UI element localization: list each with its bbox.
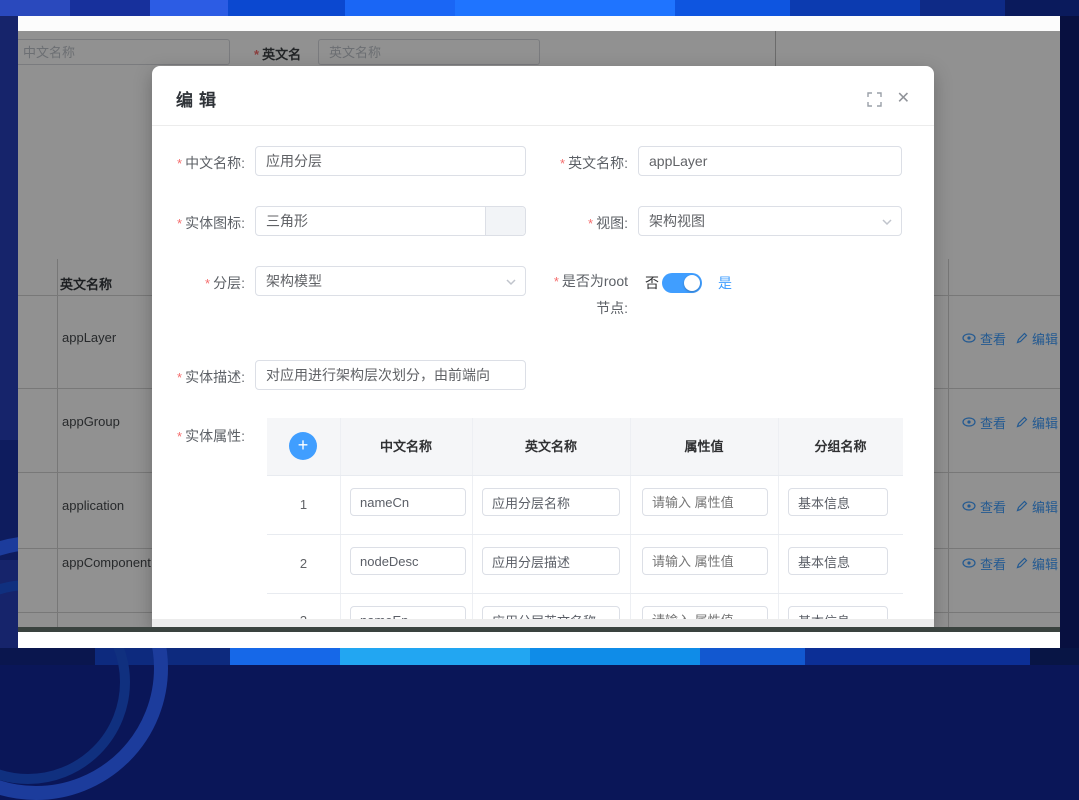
entity-desc-input[interactable] xyxy=(255,360,526,390)
entity-icon-label: *实体图标: xyxy=(152,213,245,233)
attr-cn-input[interactable] xyxy=(350,547,466,575)
entity-attrs-label: *实体属性: xyxy=(152,426,245,446)
table-column-line xyxy=(340,418,341,627)
add-attribute-button[interactable]: + xyxy=(289,432,317,460)
edit-dialog: 编辑 ✕ *中文名称: *英文名称: *实体图标: 三角形 *视图: 架构视图 … xyxy=(152,66,934,627)
entity-desc-label: *实体描述: xyxy=(152,367,245,387)
app-screen: *英文名 英文名称 appLayer appGroup application … xyxy=(18,16,1060,648)
en-name-input[interactable] xyxy=(638,146,902,176)
layer-select[interactable]: 架构模型 xyxy=(255,266,526,296)
table-scrollbar-track[interactable] xyxy=(152,619,934,627)
frame-top-bar xyxy=(0,0,1079,16)
table-row-line xyxy=(267,593,903,594)
frame-right-band xyxy=(1060,16,1079,648)
attr-group-input[interactable] xyxy=(788,488,888,516)
column-header-group: 分组名称 xyxy=(778,418,903,475)
required-mark: * xyxy=(205,276,210,291)
fullscreen-icon[interactable] xyxy=(867,92,882,107)
attr-value-input[interactable] xyxy=(642,547,768,575)
required-mark: * xyxy=(554,274,559,289)
attr-value-input[interactable] xyxy=(642,488,768,516)
required-mark: * xyxy=(560,156,565,171)
layer-label: *分层: xyxy=(152,273,245,293)
table-column-line xyxy=(778,418,779,627)
view-select[interactable]: 架构视图 xyxy=(638,206,902,236)
cn-name-label: *中文名称: xyxy=(152,153,245,173)
table-row-line xyxy=(267,534,903,535)
required-mark: * xyxy=(177,216,182,231)
table-column-line xyxy=(630,418,631,627)
attr-group-input[interactable] xyxy=(788,547,888,575)
attr-en-input[interactable] xyxy=(482,488,620,516)
column-header-cn: 中文名称 xyxy=(340,418,472,475)
attribute-table: + 中文名称 英文名称 属性值 分组名称 1 2 3 xyxy=(267,418,903,627)
close-icon[interactable]: ✕ xyxy=(897,88,910,108)
toggle-knob xyxy=(684,275,700,291)
root-toggle-off-text: 否 xyxy=(645,273,659,293)
dialog-title: 编辑 xyxy=(176,86,222,111)
icon-preview-addon[interactable] xyxy=(485,207,525,235)
cn-name-input[interactable] xyxy=(255,146,526,176)
table-column-line xyxy=(472,418,473,627)
attr-row-index: 2 xyxy=(267,556,340,571)
root-toggle-on-text: 是 xyxy=(718,273,732,293)
entity-icon-input[interactable]: 三角形 xyxy=(255,206,526,236)
chevron-down-icon xyxy=(505,276,517,288)
required-mark: * xyxy=(588,216,593,231)
attr-cn-input[interactable] xyxy=(350,488,466,516)
required-mark: * xyxy=(177,156,182,171)
column-header-value: 属性值 xyxy=(630,418,778,475)
table-row-line xyxy=(267,475,903,476)
is-root-label: *是否为root节点: xyxy=(548,268,628,321)
dialog-header-divider xyxy=(152,125,934,126)
attr-en-input[interactable] xyxy=(482,547,620,575)
required-mark: * xyxy=(177,370,182,385)
root-toggle-switch[interactable] xyxy=(662,273,702,293)
column-header-en: 英文名称 xyxy=(472,418,630,475)
attr-row-index: 1 xyxy=(267,497,340,512)
en-name-label: *英文名称: xyxy=(542,153,628,173)
required-mark: * xyxy=(177,429,182,444)
screen-bottom-strip xyxy=(18,632,1060,648)
browser-top-strip xyxy=(18,16,1060,31)
view-label: *视图: xyxy=(542,213,628,233)
chevron-down-icon xyxy=(881,216,893,228)
